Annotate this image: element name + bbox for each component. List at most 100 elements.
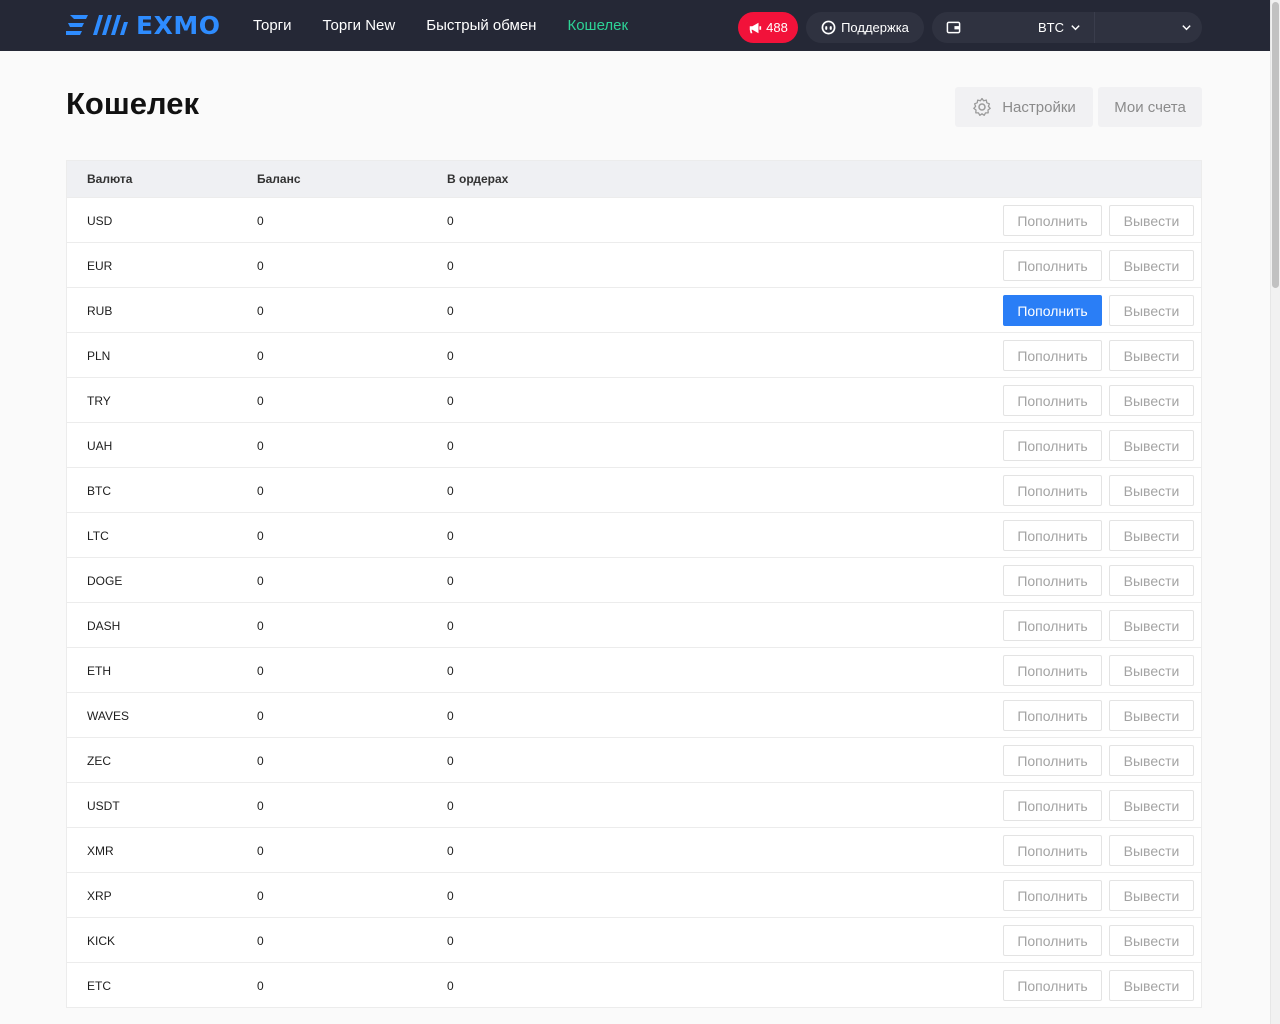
deposit-button[interactable]: Пополнить: [1003, 700, 1102, 731]
notifications-button[interactable]: 488: [738, 12, 798, 43]
table-header: Валюта Баланс В ордерах: [67, 161, 1201, 197]
in-orders-cell: 0: [447, 529, 454, 543]
nav-item-trading[interactable]: Торги: [253, 17, 292, 34]
table-row: WAVES 0 0 Пополнить Вывести: [67, 692, 1201, 737]
gear-icon: [973, 97, 992, 116]
in-orders-cell: 0: [447, 574, 454, 588]
page-title: Кошелек: [66, 86, 199, 121]
withdraw-button[interactable]: Вывести: [1109, 700, 1194, 731]
currency-cell: PLN: [87, 349, 111, 363]
deposit-button[interactable]: Пополнить: [1003, 475, 1102, 506]
megaphone-icon: [749, 22, 762, 33]
withdraw-button[interactable]: Вывести: [1109, 565, 1194, 596]
balance-cell: 0: [257, 259, 264, 273]
table-row: XMR 0 0 Пополнить Вывести: [67, 827, 1201, 872]
column-header-balance: Баланс: [257, 172, 301, 186]
withdraw-button[interactable]: Вывести: [1109, 970, 1194, 1001]
table-row: RUB 0 0 Пополнить Вывести: [67, 287, 1201, 332]
nav-item-trading-new[interactable]: Торги New: [323, 17, 396, 34]
chevron-down-icon: [1071, 25, 1080, 31]
balance-cell: 0: [257, 574, 264, 588]
in-orders-cell: 0: [447, 709, 454, 723]
in-orders-cell: 0: [447, 844, 454, 858]
currency-cell: LTC: [87, 529, 109, 543]
deposit-button[interactable]: Пополнить: [1003, 250, 1102, 281]
table-row: XRP 0 0 Пополнить Вывести: [67, 872, 1201, 917]
settings-button[interactable]: Настройки: [955, 87, 1093, 127]
deposit-button[interactable]: Пополнить: [1003, 610, 1102, 641]
settings-label: Настройки: [1002, 98, 1076, 116]
deposit-button[interactable]: Пополнить: [1003, 745, 1102, 776]
deposit-button[interactable]: Пополнить: [1003, 655, 1102, 686]
table-row: USDT 0 0 Пополнить Вывести: [67, 782, 1201, 827]
withdraw-button[interactable]: Вывести: [1109, 250, 1194, 281]
table-row: DOGE 0 0 Пополнить Вывести: [67, 557, 1201, 602]
wallet-icon[interactable]: [946, 20, 961, 35]
balance-cell: 0: [257, 529, 264, 543]
table-row: UAH 0 0 Пополнить Вывести: [67, 422, 1201, 467]
deposit-button[interactable]: Пополнить: [1003, 565, 1102, 596]
deposit-button[interactable]: Пополнить: [1003, 340, 1102, 371]
withdraw-button[interactable]: Вывести: [1109, 295, 1194, 326]
withdraw-button[interactable]: Вывести: [1109, 475, 1194, 506]
deposit-button[interactable]: Пополнить: [1003, 925, 1102, 956]
deposit-button[interactable]: Пополнить: [1003, 880, 1102, 911]
withdraw-button[interactable]: Вывести: [1109, 430, 1194, 461]
in-orders-cell: 0: [447, 484, 454, 498]
withdraw-button[interactable]: Вывести: [1109, 880, 1194, 911]
withdraw-button[interactable]: Вывести: [1109, 340, 1194, 371]
table-row: DASH 0 0 Пополнить Вывести: [67, 602, 1201, 647]
scrollbar-thumb[interactable]: [1272, 2, 1279, 288]
table-row: PLN 0 0 Пополнить Вывести: [67, 332, 1201, 377]
balance-cell: 0: [257, 619, 264, 633]
nav-item-wallet[interactable]: Кошелек: [567, 17, 628, 34]
currency-cell: ETH: [87, 664, 111, 678]
in-orders-cell: 0: [447, 349, 454, 363]
withdraw-button[interactable]: Вывести: [1109, 745, 1194, 776]
my-accounts-button[interactable]: Мои счета: [1098, 87, 1202, 127]
balance-cell: 0: [257, 754, 264, 768]
page-scrollbar[interactable]: [1270, 0, 1280, 1024]
withdraw-button[interactable]: Вывести: [1109, 655, 1194, 686]
deposit-button[interactable]: Пополнить: [1003, 430, 1102, 461]
currency-cell: ETC: [87, 979, 111, 993]
withdraw-button[interactable]: Вывести: [1109, 205, 1194, 236]
table-row: ETC 0 0 Пополнить Вывести: [67, 962, 1201, 1007]
currency-cell: WAVES: [87, 709, 130, 723]
exmo-logo[interactable]: EXMO: [66, 11, 220, 40]
nav-item-quick-exchange[interactable]: Быстрый обмен: [426, 17, 536, 34]
withdraw-button[interactable]: Вывести: [1109, 925, 1194, 956]
deposit-button[interactable]: Пополнить: [1003, 970, 1102, 1001]
in-orders-cell: 0: [447, 304, 454, 318]
currency-select-value: BTC: [1038, 20, 1064, 35]
exmo-logo-mark-icon: [66, 15, 128, 35]
balance-dropdown[interactable]: [1094, 12, 1202, 43]
withdraw-button[interactable]: Вывести: [1109, 385, 1194, 416]
withdraw-button[interactable]: Вывести: [1109, 835, 1194, 866]
deposit-button[interactable]: Пополнить: [1003, 385, 1102, 416]
balance-cell: 0: [257, 439, 264, 453]
currency-cell: USD: [87, 214, 113, 228]
top-navigation-bar: EXMO Торги Торги New Быстрый обмен Кошел…: [0, 0, 1270, 51]
in-orders-cell: 0: [447, 889, 454, 903]
currency-select[interactable]: BTC: [1038, 12, 1081, 43]
deposit-button[interactable]: Пополнить: [1003, 520, 1102, 551]
currency-cell: KICK: [87, 934, 116, 948]
currency-cell: XRP: [87, 889, 112, 903]
main-nav: Торги Торги New Быстрый обмен Кошелек: [253, 0, 659, 51]
deposit-button[interactable]: Пополнить: [1003, 205, 1102, 236]
withdraw-button[interactable]: Вывести: [1109, 520, 1194, 551]
support-icon: [821, 20, 836, 35]
column-header-currency: Валюта: [87, 172, 133, 186]
deposit-button[interactable]: Пополнить: [1003, 790, 1102, 821]
deposit-button[interactable]: Пополнить: [1003, 295, 1102, 326]
withdraw-button[interactable]: Вывести: [1109, 610, 1194, 641]
table-body: USD 0 0 Пополнить Вывести EUR 0 0 Пополнить Вывес…: [67, 197, 1201, 1007]
currency-cell: DASH: [87, 619, 121, 633]
notifications-count: 488: [766, 20, 788, 35]
support-button[interactable]: Поддержка: [806, 12, 924, 43]
withdraw-button[interactable]: Вывести: [1109, 790, 1194, 821]
deposit-button[interactable]: Пополнить: [1003, 835, 1102, 866]
in-orders-cell: 0: [447, 619, 454, 633]
table-row: BTC 0 0 Пополнить Вывести: [67, 467, 1201, 512]
